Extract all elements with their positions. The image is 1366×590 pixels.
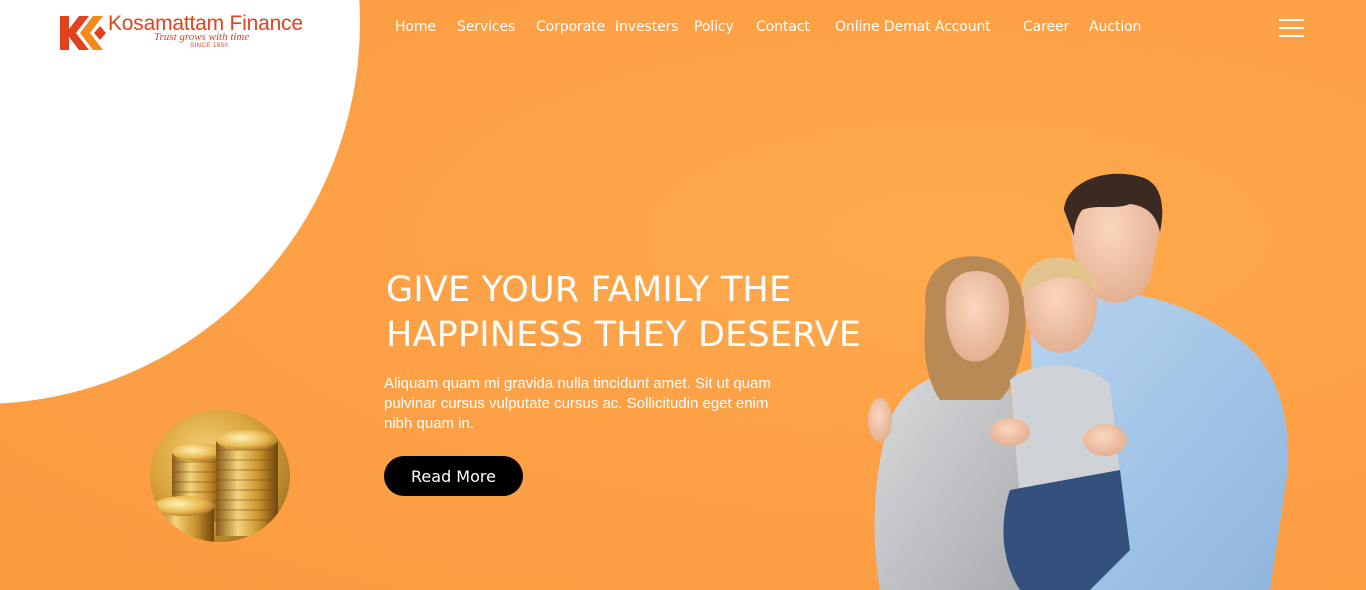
nav-auction[interactable]: Auction bbox=[1089, 19, 1141, 35]
logo-mark-icon bbox=[60, 16, 106, 50]
brand-since: SINCE 1850 bbox=[190, 43, 229, 49]
nav-contact[interactable]: Contact bbox=[756, 19, 810, 35]
hamburger-menu-icon[interactable] bbox=[1279, 18, 1305, 40]
nav-services[interactable]: Services bbox=[457, 19, 515, 35]
site-logo[interactable]: Kosamattam Finance Trust grows with time… bbox=[60, 12, 320, 54]
hero-description: Aliquam quam mi gravida nulla tincidunt … bbox=[384, 375, 771, 432]
nav-online-demat-account[interactable]: Online Demat Account bbox=[835, 19, 991, 35]
brand-tagline: Trust grows with time bbox=[154, 31, 250, 43]
nav-home[interactable]: Home bbox=[395, 19, 436, 35]
nav-policy[interactable]: Policy bbox=[694, 19, 734, 35]
nav-investers[interactable]: Investers bbox=[615, 19, 679, 35]
family-photo-image bbox=[868, 173, 1289, 590]
gold-coins-image bbox=[150, 410, 290, 542]
nav-corporate[interactable]: Corporate bbox=[536, 19, 605, 35]
hero-headline-line-1: GIVE YOUR FAMILY THE bbox=[386, 270, 792, 310]
nav-career[interactable]: Career bbox=[1023, 19, 1069, 35]
read-more-button[interactable]: Read More bbox=[384, 456, 523, 496]
hero-section: Kosamattam Finance Trust grows with time… bbox=[0, 0, 1366, 590]
hero-headline-line-2: HAPPINESS THEY DESERVE bbox=[386, 315, 862, 355]
hero-headline: GIVE YOUR FAMILY THE HAPPINESS THEY DESE… bbox=[386, 268, 861, 358]
decorative-white-circle bbox=[0, 0, 360, 404]
